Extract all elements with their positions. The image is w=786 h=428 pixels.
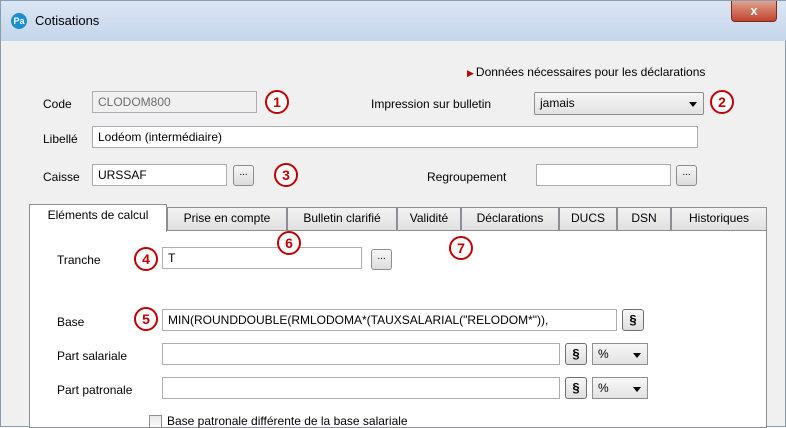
- part-salariale-formula-button[interactable]: §: [565, 343, 587, 365]
- annotation-6: 6: [277, 231, 301, 255]
- tab-validite[interactable]: Validité: [397, 207, 461, 230]
- part-patronale-formula-button[interactable]: §: [565, 377, 587, 399]
- chevron-down-icon: [633, 353, 641, 358]
- title-bar: Pa Cotisations x: [1, 1, 786, 41]
- tab-bulletin-clarifie[interactable]: Bulletin clarifié: [287, 207, 397, 230]
- window-title: Cotisations: [35, 13, 100, 28]
- tab-dsn[interactable]: DSN: [617, 207, 671, 230]
- part-salariale-input[interactable]: [162, 343, 560, 365]
- code-field: CLODOM800: [92, 91, 257, 113]
- chevron-down-icon: [689, 102, 697, 107]
- annotation-3: 3: [274, 163, 298, 187]
- chevron-down-icon: [633, 387, 641, 392]
- caisse-input[interactable]: URSSAF: [92, 164, 227, 186]
- tab-prise-en-compte[interactable]: Prise en compte: [167, 207, 287, 230]
- base-patronale-checkbox-label: Base patronale différente de la base sal…: [167, 414, 408, 428]
- triangle-icon: ▶: [467, 68, 474, 78]
- app-logo-icon: Pa: [11, 13, 27, 29]
- impression-value: jamais: [540, 96, 575, 110]
- annotation-7: 7: [449, 236, 473, 260]
- part-salariale-unit: %: [598, 347, 609, 361]
- base-formula-button[interactable]: §: [622, 309, 644, 331]
- declarations-notice: ▶ Données nécessaires pour les déclaratio…: [467, 65, 705, 79]
- libelle-input[interactable]: Lodéom (intermédiaire): [92, 126, 698, 148]
- close-button[interactable]: x: [731, 1, 777, 22]
- base-input[interactable]: MIN(ROUNDDOUBLE(RMLODOMA*(TAUXSALARIAL("…: [162, 309, 617, 331]
- caisse-browse-button[interactable]: ...: [233, 165, 254, 186]
- tranche-label: Tranche: [57, 253, 101, 267]
- notice-text: Données nécessaires pour les déclaration…: [475, 65, 706, 79]
- regroupement-label: Regroupement: [427, 170, 507, 184]
- cotisations-window: Pa Cotisations x ▶ Données nécessaires po…: [0, 0, 786, 428]
- impression-label: Impression sur bulletin: [371, 97, 492, 111]
- code-label: Code: [43, 97, 72, 111]
- regroupement-browse-button[interactable]: ...: [676, 165, 697, 186]
- caisse-label: Caisse: [43, 170, 80, 184]
- annotation-4: 4: [134, 247, 158, 271]
- tab-historiques[interactable]: Historiques: [671, 207, 767, 230]
- part-patronale-input[interactable]: [162, 377, 560, 399]
- base-patronale-checkbox[interactable]: [149, 415, 162, 428]
- tab-ducs[interactable]: DUCS: [559, 207, 617, 230]
- part-salariale-label: Part salariale: [57, 349, 128, 363]
- tab-elements-de-calcul[interactable]: Eléments de calcul: [29, 204, 167, 232]
- regroupement-input[interactable]: [536, 164, 671, 186]
- annotation-5: 5: [134, 307, 158, 331]
- libelle-label: Libellé: [43, 132, 78, 146]
- part-patronale-label: Part patronale: [57, 383, 133, 397]
- tranche-browse-button[interactable]: ...: [371, 249, 392, 270]
- tab-declarations[interactable]: Déclarations: [461, 207, 559, 230]
- base-label: Base: [57, 315, 85, 329]
- part-salariale-unit-select[interactable]: %: [592, 343, 648, 365]
- part-patronale-unit-select[interactable]: %: [592, 377, 648, 399]
- impression-select[interactable]: jamais: [534, 92, 704, 115]
- part-patronale-unit: %: [598, 381, 609, 395]
- tranche-input[interactable]: T: [162, 247, 362, 269]
- annotation-2: 2: [710, 90, 734, 114]
- annotation-1: 1: [265, 90, 289, 114]
